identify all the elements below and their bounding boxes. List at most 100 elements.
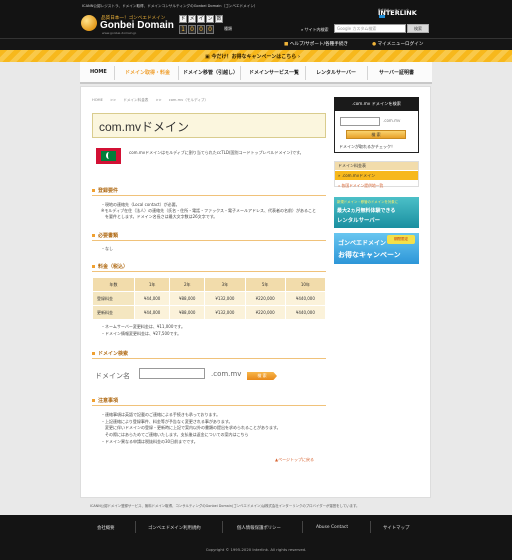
sidebar-item-com-mv[interactable]: » .com.mvドメイン <box>335 171 418 180</box>
nav-home[interactable]: HOME <box>90 69 107 75</box>
domain-name-label: ドメイン名 <box>95 372 130 380</box>
mymenu-login-label: マイメニューログイン <box>377 42 424 47</box>
section-heading-registration: 登録要件 <box>92 187 118 194</box>
utility-bar <box>0 38 512 50</box>
price-cell: ¥132,000 <box>204 291 246 306</box>
nav-ssl-certificate[interactable]: サーバー証明書 <box>379 69 414 76</box>
pricing-note: ・ドメイン情報変更料金は、¥27,500です。 <box>101 331 182 336</box>
domain-name-input[interactable] <box>139 368 205 379</box>
section-divider <box>92 271 326 272</box>
header-tagline: ICANN公認レジストラ、ドメイン取得、ドメインコンサルティングのGonbei … <box>82 4 258 8</box>
breadcrumb-home[interactable]: HOME <box>92 98 103 102</box>
nav-divider <box>240 66 241 80</box>
nav-rental-server[interactable]: レンタルサーバー <box>316 69 356 76</box>
gonbei-logo-icon[interactable] <box>81 15 97 31</box>
pricing-col-header: 2年 <box>169 277 206 292</box>
logo-url: www.gonbei-domain.jp <box>102 31 137 35</box>
price-cell: ¥88,000 <box>169 291 206 306</box>
row-label: 更新料金 <box>91 305 136 320</box>
domain-search-button[interactable]: 検 索 <box>247 372 277 380</box>
back-to-top-link[interactable]: ▲ページトップに戻る <box>275 457 314 463</box>
banner-subline: お得なキャンペーン <box>338 251 401 259</box>
domain-count-suffix: 種類 <box>224 26 232 31</box>
banner-caption: 新規ドメイン・移管のドメインを対象に <box>337 200 399 204</box>
banner-headline: ゴンベエドメイン <box>338 240 387 247</box>
caption-char: ン <box>206 15 214 23</box>
intro-text: com.mvドメインはモルディブに割り当てられたccTLD(国別コードトップレベ… <box>129 150 304 155</box>
domain-count-caption: ドメイン数 <box>179 15 224 23</box>
footer-divider <box>370 521 371 533</box>
nav-domain-services[interactable]: ドメインサービス一覧 <box>249 69 299 76</box>
price-cell: ¥44,000 <box>134 291 171 306</box>
nav-domain-pricing[interactable]: ドメイン取得・料金 <box>125 69 170 76</box>
section-heading-documents: 必要書類 <box>92 232 118 239</box>
breadcrumb: HOME >> ドメイン料金表 >> com.mv（モルディブ） <box>92 98 208 103</box>
help-support-link[interactable]: ■ ヘルプ/サポート/各種手続き <box>284 41 348 47</box>
footer-link-privacy[interactable]: 個人情報保護ポリシー <box>237 525 281 531</box>
domain-count-digits: 1000 <box>179 25 215 34</box>
section-divider <box>92 358 326 359</box>
nav-divider <box>367 66 368 80</box>
price-cell: ¥132,000 <box>204 305 246 320</box>
pricing-col-header: 3年 <box>204 277 246 292</box>
section-divider <box>92 240 326 241</box>
sidebar-check-text: ドメインが取れるかチェック！ <box>339 144 395 149</box>
caption-char: 数 <box>215 15 223 23</box>
price-cell: ¥440,000 <box>284 291 327 306</box>
nav-divider <box>178 66 179 80</box>
mymenu-login-link[interactable]: ● マイメニューログイン <box>372 41 423 47</box>
footer-divider <box>222 521 223 533</box>
section-heading-pricing: 料金（税込） <box>92 263 128 270</box>
caution-note: その際にはあらためてご連絡いたします。支払後は返金についての案内はこちら <box>101 432 249 437</box>
footer-link-terms[interactable]: ゴンベエドメイン利用規約 <box>148 525 201 531</box>
banner-headline: 最大2ヵ月無料体験できる <box>337 208 396 214</box>
section-divider <box>92 405 326 406</box>
campaign-label: 今だけ！お得なキャンペーンはこちら <box>211 54 297 60</box>
table-row: 登録料金 ¥44,000 ¥88,000 ¥132,000 ¥220,000 ¥… <box>91 291 327 306</box>
footer-link-abuse[interactable]: Abuse Contact <box>316 525 348 530</box>
footer-divider <box>302 521 303 533</box>
section-divider <box>92 195 326 196</box>
sidebar-item-country-list[interactable]: » 各国ドメイン提供地一覧 <box>338 183 383 189</box>
caption-char: メ <box>188 15 196 23</box>
sidebar-domain-input[interactable] <box>340 117 380 126</box>
breadcrumb-separator: >> <box>155 98 162 102</box>
count-digit: 0 <box>197 25 205 34</box>
count-digit: 0 <box>206 25 214 34</box>
pricing-note: ・ネームサーバー変更料金は、¥11,000です。 <box>101 324 185 329</box>
caution-note: ・連絡事項は英語で記載のご連絡による手続きも承っております。 <box>101 412 221 417</box>
sidebar-domain-ext: .com.mv <box>383 118 401 123</box>
footer-divider <box>135 521 136 533</box>
footer-link-sitemap[interactable]: サイトマップ <box>383 525 409 531</box>
registration-note: を要件とします。ドメイン名長さは最大文字数は26文字です。 <box>101 214 218 219</box>
domain-extension: .com.mv <box>211 370 242 378</box>
pricing-col-header: 5年 <box>244 277 286 292</box>
caution-note: 変更に伴いドメインの登録・更新時に上記で案内以外の書類の提出を求められることがあ… <box>101 425 281 430</box>
pricing-col-header: 年数 <box>91 277 136 292</box>
pricing-header-row: 年数 1年 2年 3年 5年 10年 <box>91 277 327 292</box>
price-cell: ¥44,000 <box>134 305 171 320</box>
breadcrumb-current: com.mv（モルディブ） <box>168 98 209 102</box>
breadcrumb-parent[interactable]: ドメイン料金表 <box>123 98 148 102</box>
arrow-right-icon: › <box>296 54 301 60</box>
nav-domain-transfer[interactable]: ドメイン移管（引越し） <box>183 69 238 76</box>
sidebar-search-button[interactable]: 検 索 <box>346 130 406 139</box>
price-cell: ¥220,000 <box>244 291 286 306</box>
logo-text[interactable]: Gonbei Domain <box>100 20 174 31</box>
footer-note: ICANN公認ドメイン登録サービス、無料ドメイン取得、コンサルティングのGonb… <box>90 504 360 508</box>
site-search-label: ⌕ サイト内検索 <box>301 27 329 33</box>
footer <box>0 515 512 560</box>
footer-link-company[interactable]: 会社概要 <box>97 525 115 531</box>
caution-note: ・ドメイン異なる申請は税抜料金の30日前までです。 <box>101 439 198 444</box>
banner-subline: レンタルサーバー <box>337 218 381 224</box>
campaign-link[interactable]: ▣ 今だけ！お得なキャンペーンはこちら › <box>205 53 300 60</box>
caption-char: イ <box>197 15 205 23</box>
limited-badge: 期間限定 <box>387 235 415 244</box>
breadcrumb-separator: >> <box>110 98 117 102</box>
site-search-input[interactable]: Google カスタム検索 <box>334 24 406 33</box>
site-search-button[interactable]: 検索 <box>407 24 429 33</box>
sidebar-menu-title: ドメイン料金表 <box>335 162 418 170</box>
nav-divider <box>305 66 306 80</box>
table-row: 更新料金 ¥44,000 ¥88,000 ¥132,000 ¥220,000 ¥… <box>91 305 327 320</box>
documents-note: ・なし <box>101 246 113 251</box>
